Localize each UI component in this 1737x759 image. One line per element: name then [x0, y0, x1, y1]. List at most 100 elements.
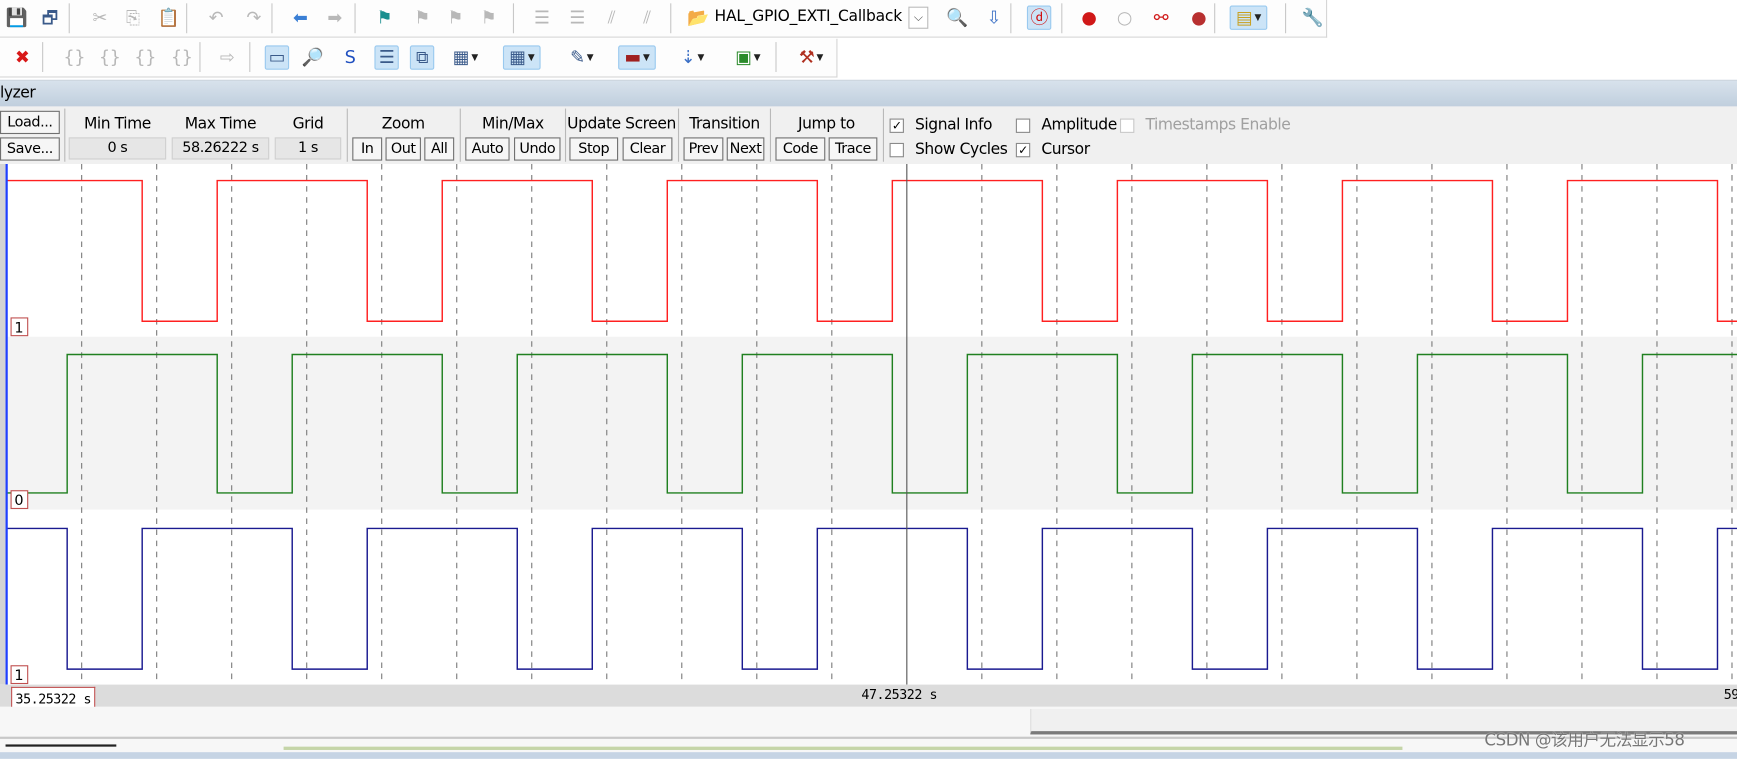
step-into-button[interactable]: {}: [62, 45, 86, 69]
indent-button[interactable]: ☰: [530, 6, 554, 30]
toolbar-debug: ✖{}{}{}{} ⇨ ▭ 🔎 S ☰ ⧉ ▦ ▼ ▦ ▼ ✎ ▼ ▬ ▼ ⇣ ▼ ▣ ▼ ⚒ ▼: [0, 38, 838, 78]
prev-bookmark-icon: ⚑: [414, 6, 430, 28]
update-screen-label: Update Screen: [567, 115, 676, 133]
prev-bookmark-button[interactable]: ⚑: [410, 6, 434, 30]
unindent-icon: ☰: [569, 6, 585, 28]
signal-info-checkbox[interactable]: ✓: [889, 118, 904, 133]
call-stack-window-button[interactable]: ⧉: [409, 45, 435, 70]
clear-button[interactable]: Clear: [622, 137, 673, 161]
run-to-cursor-button[interactable]: {}: [169, 45, 193, 69]
registers-window-button[interactable]: ☰: [374, 45, 399, 70]
watch-windows-button[interactable]: ▦ ▼: [446, 45, 484, 69]
zoom-label: Zoom: [381, 115, 425, 133]
logic-analyzer-controls: Load... Save... Min Time 0 s Max Time 58…: [0, 106, 1737, 164]
show-cycles-checkbox[interactable]: [889, 142, 904, 158]
uncomment-button[interactable]: ⫽: [635, 6, 659, 30]
comment-button[interactable]: ⫽: [599, 6, 623, 30]
chevron-down-icon[interactable]: ⌵: [908, 6, 929, 29]
prev-transition-button[interactable]: Prev: [683, 137, 724, 161]
memory-windows-icon: ▦: [509, 46, 526, 68]
cursor-label: Cursor: [1041, 140, 1090, 159]
watch-windows-icon: ▦: [452, 46, 470, 68]
cut-button[interactable]: ✂: [88, 6, 112, 30]
next-bookmark-icon: ⚑: [447, 6, 464, 28]
save-button[interactable]: Save...: [0, 137, 60, 161]
disable-breakpoints-button[interactable]: ⚯: [1149, 6, 1173, 30]
analysis-windows-button[interactable]: ▬ ▼: [618, 45, 656, 70]
stop-button[interactable]: Stop: [569, 137, 619, 161]
symbols-window-icon: S: [344, 46, 356, 68]
zoom-out-button[interactable]: Out: [385, 137, 421, 161]
symbols-window-button[interactable]: S: [338, 45, 362, 69]
insert-breakpoint-button[interactable]: ●: [1077, 6, 1101, 30]
find-in-files-button[interactable]: 📂: [686, 6, 710, 30]
disassembly-window-button[interactable]: 🔎: [300, 45, 324, 69]
timestamps-enable-checkbox[interactable]: [1119, 118, 1135, 133]
signal-value-label: 1: [14, 668, 23, 684]
toolbox-button[interactable]: ⚒ ▼: [792, 45, 830, 69]
save-button[interactable]: 💾: [4, 6, 28, 30]
debug-session-button[interactable]: ⓓ: [1026, 5, 1052, 30]
zoom-in-button[interactable]: In: [352, 137, 383, 161]
unindent-button[interactable]: ☰: [565, 6, 589, 30]
enable-breakpoint-button[interactable]: ○: [1112, 6, 1136, 30]
insert-breakpoint-icon: ●: [1081, 6, 1097, 28]
save-all-button[interactable]: 🗗: [38, 6, 62, 30]
toolbar-separator: [1214, 3, 1216, 34]
zoom-all-button[interactable]: All: [424, 137, 455, 161]
waveform-plot[interactable]: 1 0 1: [0, 163, 1737, 685]
undo-button[interactable]: Undo: [514, 137, 561, 161]
trace-windows-button[interactable]: ⇣ ▼: [674, 45, 712, 69]
navigate-forward-button[interactable]: ➡: [322, 6, 346, 30]
incremental-find-button[interactable]: ⇩: [981, 6, 1005, 30]
indent-icon: ☰: [533, 6, 550, 28]
dropdown-arrow-icon: ▼: [816, 52, 824, 63]
load-button[interactable]: Load...: [0, 110, 60, 135]
step-over-button[interactable]: {}: [97, 45, 121, 69]
stop-debug-button[interactable]: ✖: [10, 45, 34, 69]
copy-button[interactable]: ⎘: [121, 6, 145, 30]
navigate-forward-icon: ➡: [327, 6, 342, 28]
timestamps-enable-label: Timestamps Enable: [1145, 116, 1291, 135]
navigate-back-button[interactable]: ⬅: [288, 6, 312, 30]
toolbar-separator: [354, 3, 356, 34]
kill-breakpoints-button[interactable]: ●: [1186, 6, 1210, 30]
debug-session-icon: ⓓ: [1030, 6, 1048, 28]
function-combo[interactable]: HAL_GPIO_EXTI_Callback: [715, 3, 903, 30]
redo-button[interactable]: ↷: [241, 6, 265, 30]
auto-button[interactable]: Auto: [465, 137, 510, 161]
amplitude-checkbox[interactable]: [1015, 118, 1031, 133]
clear-bookmarks-icon: ⚑: [480, 6, 497, 28]
disable-breakpoints-icon: ⚯: [1153, 6, 1169, 28]
toolbar-separator: [68, 3, 70, 34]
next-transition-button[interactable]: Next: [726, 137, 765, 161]
next-bookmark-button[interactable]: ⚑: [443, 6, 467, 30]
toolbar-file: HAL_GPIO_EXTI_Callback ⌵ 💾 🗗 ✂ ⎘ 📋 ↶ ↷ ⬅ ➡ ⚑ ⚑ ⚑ ⚑ ☰ ☰…: [0, 0, 1328, 38]
jump-code-button[interactable]: Code: [775, 137, 826, 161]
paste-button[interactable]: 📋: [156, 6, 180, 30]
toolbar-separator: [670, 3, 672, 34]
configure-icon: 🔧: [1301, 6, 1324, 28]
grid-label: Grid: [292, 115, 324, 133]
command-window-button[interactable]: ▭: [264, 45, 290, 70]
find-button[interactable]: 🔍: [945, 6, 969, 30]
command-window-icon: ▭: [268, 46, 286, 68]
cursor-checkbox[interactable]: ✓: [1015, 142, 1031, 158]
configure-button[interactable]: 🔧: [1301, 6, 1325, 30]
step-out-button[interactable]: {}: [133, 45, 157, 69]
left-scroll-edge: [0, 163, 6, 685]
step-into-icon: {}: [63, 46, 86, 68]
system-viewer-button[interactable]: ▣ ▼: [729, 45, 767, 69]
system-viewer-icon: ▣: [735, 46, 752, 68]
memory-windows-button[interactable]: ▦ ▼: [502, 45, 541, 70]
serial-windows-button[interactable]: ✎ ▼: [563, 45, 601, 69]
jump-trace-button[interactable]: Trace: [828, 137, 878, 161]
show-next-statement-button[interactable]: ⇨: [215, 45, 239, 69]
transition-label: Transition: [689, 115, 760, 133]
max-time-value: 58.26222 s: [171, 137, 270, 160]
clear-bookmarks-button[interactable]: ⚑: [476, 6, 500, 30]
bookmark-button[interactable]: ⚑: [372, 6, 396, 30]
window-layout-button[interactable]: ▤ ▼: [1229, 5, 1268, 30]
amplitude-label: Amplitude: [1041, 116, 1117, 135]
undo-button[interactable]: ↶: [204, 6, 228, 30]
